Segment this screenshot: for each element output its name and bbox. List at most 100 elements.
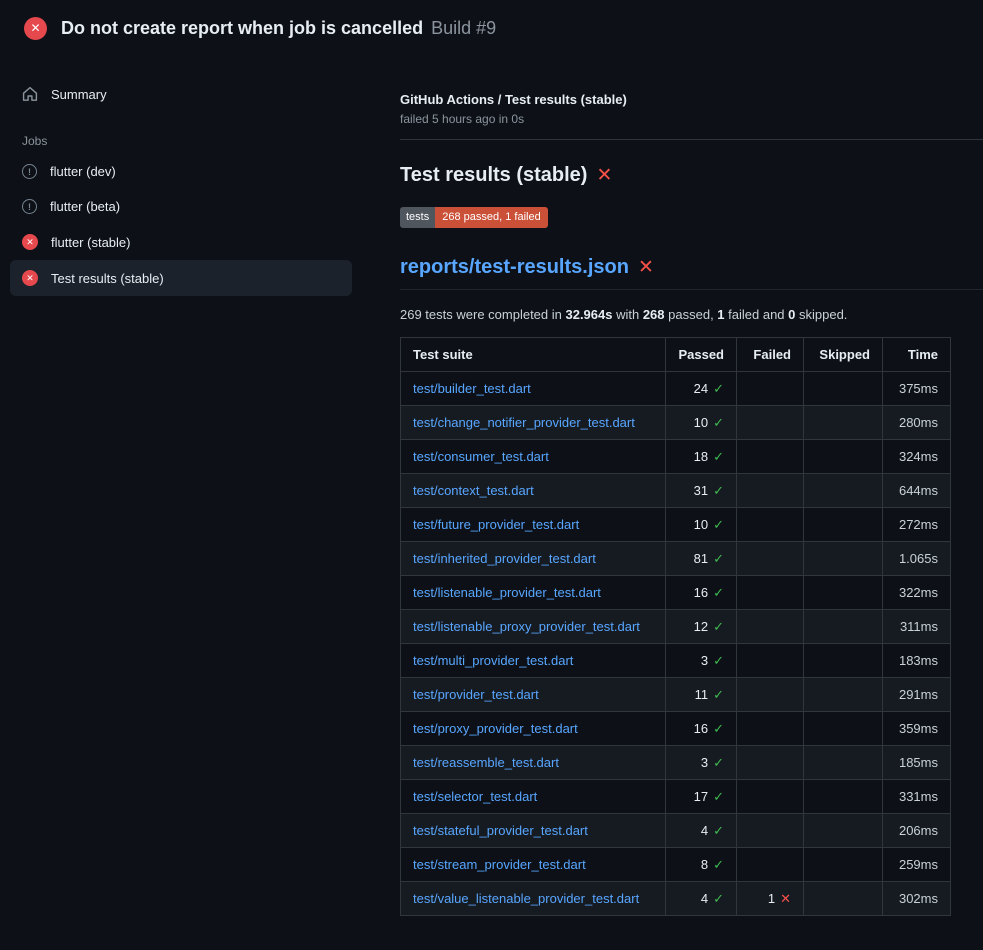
skipped-cell [804,814,883,848]
test-suite-link[interactable]: test/stream_provider_test.dart [413,857,586,872]
passed-count: 16 [694,721,708,736]
failed-cell [737,610,804,644]
column-header-skipped: Skipped [804,338,883,372]
check-icon: ✓ [713,517,724,532]
test-suite-link[interactable]: test/future_provider_test.dart [413,517,579,532]
skipped-cell [804,474,883,508]
time-cell: 331ms [883,780,951,814]
table-row: test/stateful_provider_test.dart4✓206ms [401,814,951,848]
failed-cell [737,406,804,440]
test-suite-link[interactable]: test/reassemble_test.dart [413,755,559,770]
suite-cell: test/inherited_provider_test.dart [401,542,666,576]
check-icon: ✓ [713,687,724,702]
passed-count: 31 [694,483,708,498]
test-table-body: test/builder_test.dart24✓375mstest/chang… [401,372,951,916]
check-icon: ✓ [713,653,724,668]
sidebar-item-job[interactable]: ✕Test results (stable) [10,260,352,296]
suite-cell: test/context_test.dart [401,474,666,508]
time-cell: 183ms [883,644,951,678]
failed-cell: 1✕ [737,882,804,916]
time-cell: 291ms [883,678,951,712]
test-suite-link[interactable]: test/listenable_provider_test.dart [413,585,601,600]
sidebar-item-job[interactable]: ✕flutter (stable) [10,224,352,260]
column-header-test-suite: Test suite [401,338,666,372]
passed-cell: 3✓ [666,644,737,678]
time-cell: 280ms [883,406,951,440]
failed-cell [737,474,804,508]
check-icon: ✓ [713,721,724,736]
suite-cell: test/stateful_provider_test.dart [401,814,666,848]
sidebar-item-summary[interactable]: Summary [10,76,352,112]
time-cell: 322ms [883,576,951,610]
test-suite-link[interactable]: test/change_notifier_provider_test.dart [413,415,635,430]
test-suite-link[interactable]: test/listenable_proxy_provider_test.dart [413,619,640,634]
passed-cell: 12 ✓ [666,610,737,644]
test-suite-link[interactable]: test/value_listenable_provider_test.dart [413,891,639,906]
test-suite-link[interactable]: test/context_test.dart [413,483,534,498]
table-header-row: Test suite Passed Failed Skipped Time [401,338,951,372]
section-title: Test results (stable) ✕ [400,164,983,187]
check-icon: ✓ [713,619,724,634]
tests-badge: tests 268 passed, 1 failed [400,207,548,228]
summary-part: failed and [725,307,789,322]
passed-cell: 17✓ [666,780,737,814]
main-content: GitHub Actions / Test results (stable) f… [362,56,983,916]
test-suite-link[interactable]: test/builder_test.dart [413,381,531,396]
check-icon: ✓ [713,483,724,498]
passed-count: 10 [694,517,708,532]
skipped-cell [804,440,883,474]
report-title-link[interactable]: reports/test-results.json [400,256,629,279]
skipped-cell [804,848,883,882]
divider [400,139,983,140]
test-suite-link[interactable]: test/selector_test.dart [413,789,537,804]
skipped-cell [804,712,883,746]
column-header-failed: Failed [737,338,804,372]
job-label: Test results (stable) [51,271,164,286]
suite-cell: test/builder_test.dart [401,372,666,406]
passed-cell: 8✓ [666,848,737,882]
job-label: flutter (beta) [50,199,120,214]
check-icon: ✓ [713,857,724,872]
summary-duration: 32.964s [565,307,612,322]
passed-cell: 24✓ [666,372,737,406]
test-results-table: Test suite Passed Failed Skipped Time te… [400,337,951,916]
check-icon: ✓ [713,891,724,906]
sidebar-item-job[interactable]: !flutter (beta) [10,189,352,224]
passed-count: 81 [694,551,708,566]
test-suite-link[interactable]: test/consumer_test.dart [413,449,549,464]
passed-cell: 16✓ [666,576,737,610]
skipped-cell [804,644,883,678]
summary-part: with [612,307,642,322]
breadcrumb: GitHub Actions / Test results (stable) [400,92,983,107]
test-suite-link[interactable]: test/stateful_provider_test.dart [413,823,588,838]
column-header-passed: Passed [666,338,737,372]
home-icon [22,86,38,102]
failed-cell [737,814,804,848]
time-cell: 359ms [883,712,951,746]
time-cell: 324ms [883,440,951,474]
table-row: test/consumer_test.dart 18✓ 324ms [401,440,951,474]
sidebar-item-job[interactable]: !flutter (dev) [10,154,352,189]
section-title-text: Test results (stable) [400,164,587,187]
summary-label: Summary [51,87,107,102]
check-icon: ✓ [713,823,724,838]
test-suite-link[interactable]: test/proxy_provider_test.dart [413,721,578,736]
summary-failed-count: 1 [717,307,724,322]
test-suite-link[interactable]: test/provider_test.dart [413,687,539,702]
summary-part: skipped. [795,307,847,322]
time-cell: 272ms [883,508,951,542]
passed-cell: 11✓ [666,678,737,712]
time-cell: 259ms [883,848,951,882]
test-suite-link[interactable]: test/inherited_provider_test.dart [413,551,596,566]
failed-cell [737,508,804,542]
failed-cell [737,440,804,474]
passed-count: 12 [694,619,708,634]
suite-cell: test/change_notifier_provider_test.dart [401,406,666,440]
alert-circle-icon: ! [22,164,37,179]
suite-cell: test/provider_test.dart [401,678,666,712]
table-row: test/builder_test.dart24✓375ms [401,372,951,406]
table-row: test/listenable_proxy_provider_test.dart… [401,610,951,644]
passed-cell: 18✓ [666,440,737,474]
test-suite-link[interactable]: test/multi_provider_test.dart [413,653,573,668]
failed-cell [737,576,804,610]
